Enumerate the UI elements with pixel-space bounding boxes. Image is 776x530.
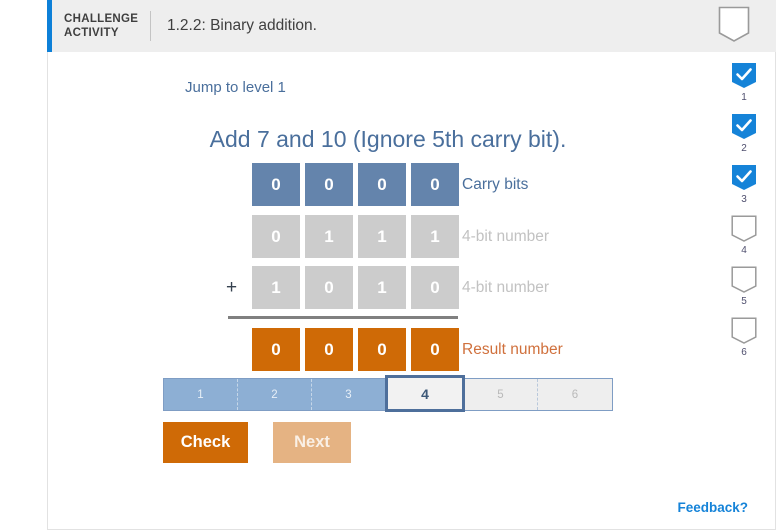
bookmark-empty-icon — [731, 317, 757, 345]
challenge-activity-page: CHALLENGE ACTIVITY 1.2.2: Binary additio… — [0, 0, 776, 530]
bit-cell-operand-1-3: 1 — [411, 215, 459, 258]
step-1[interactable]: 1 — [164, 379, 238, 410]
rail-item-1[interactable]: 1 — [727, 62, 761, 104]
bit-cell-operand-2-1: 0 — [305, 266, 353, 309]
bit-row-carry-bits: 0000 — [252, 163, 459, 206]
bit-cell-operand-2-3: 0 — [411, 266, 459, 309]
bookmark-empty-icon — [731, 266, 757, 294]
header-divider — [150, 11, 151, 41]
activity-title: 1.2.2: Binary addition. — [167, 17, 317, 34]
bit-cell-result-3[interactable]: 0 — [411, 328, 459, 371]
rail-item-number: 4 — [741, 245, 747, 256]
step-2[interactable]: 2 — [238, 379, 312, 410]
header-accent-bar — [47, 0, 52, 52]
level-step-bar[interactable]: 123456 — [163, 375, 613, 412]
rail-item-number: 5 — [741, 296, 747, 307]
bit-row-operand-2: 1010 — [252, 266, 459, 309]
bit-cell-operand-1-1: 1 — [305, 215, 353, 258]
row-label-carry-bits: Carry bits — [462, 176, 529, 193]
bookmark-check-icon — [731, 113, 757, 141]
bookmark-empty-icon — [731, 215, 757, 243]
step-4[interactable]: 4 — [385, 375, 465, 412]
header-kicker-line-2: ACTIVITY — [64, 27, 119, 39]
bit-cell-result-2[interactable]: 0 — [358, 328, 406, 371]
bookmark-check-icon — [731, 62, 757, 90]
activity-header: CHALLENGE ACTIVITY 1.2.2: Binary additio… — [47, 0, 776, 52]
step-5[interactable]: 5 — [464, 379, 538, 410]
sum-divider-line — [228, 316, 458, 319]
bit-cell-operand-1-2: 1 — [358, 215, 406, 258]
step-6[interactable]: 6 — [538, 379, 612, 410]
rail-item-6[interactable]: 6 — [727, 317, 761, 359]
problem-prompt: Add 7 and 10 (Ignore 5th carry bit). — [209, 126, 567, 152]
bit-cell-carry-bits-1: 0 — [305, 163, 353, 206]
row-label-operand-2: 4-bit number — [462, 279, 550, 296]
header-kicker-line-1: CHALLENGE — [64, 13, 139, 25]
bit-row-result: 0000 — [252, 328, 459, 371]
bit-cell-operand-2-0: 1 — [252, 266, 300, 309]
bit-cell-operand-1-0: 0 — [252, 215, 300, 258]
plus-operator: + — [226, 277, 238, 298]
jump-to-level-link[interactable]: Jump to level 1 — [185, 79, 286, 96]
next-button: Next — [273, 422, 351, 463]
bit-cell-result-1[interactable]: 0 — [305, 328, 353, 371]
bit-cell-result-0[interactable]: 0 — [252, 328, 300, 371]
bit-cell-carry-bits-2: 0 — [358, 163, 406, 206]
bookmark-ribbon-icon[interactable] — [718, 6, 750, 44]
rail-item-number: 6 — [741, 347, 747, 358]
feedback-link[interactable]: Feedback? — [677, 500, 748, 515]
bookmark-check-icon — [731, 164, 757, 192]
row-label-operand-1: 4-bit number — [462, 228, 550, 245]
bit-cell-carry-bits-0: 0 — [252, 163, 300, 206]
rail-item-2[interactable]: 2 — [727, 113, 761, 155]
bookmark-ribbon-glyph — [718, 6, 750, 42]
bit-cell-carry-bits-3: 0 — [411, 163, 459, 206]
step-3[interactable]: 3 — [312, 379, 386, 410]
bit-row-operand-1: 0111 — [252, 215, 459, 258]
rail-item-number: 2 — [741, 143, 747, 154]
rail-item-number: 3 — [741, 194, 747, 205]
header-kicker: CHALLENGE ACTIVITY — [64, 12, 142, 40]
rail-item-4[interactable]: 4 — [727, 215, 761, 257]
rail-item-number: 1 — [741, 92, 747, 103]
row-label-result: Result number — [462, 341, 563, 358]
check-button[interactable]: Check — [163, 422, 248, 463]
progress-rail: 1 2 3 4 5 6 — [727, 62, 761, 368]
rail-item-5[interactable]: 5 — [727, 266, 761, 308]
bit-cell-operand-2-2: 1 — [358, 266, 406, 309]
rail-item-3[interactable]: 3 — [727, 164, 761, 206]
